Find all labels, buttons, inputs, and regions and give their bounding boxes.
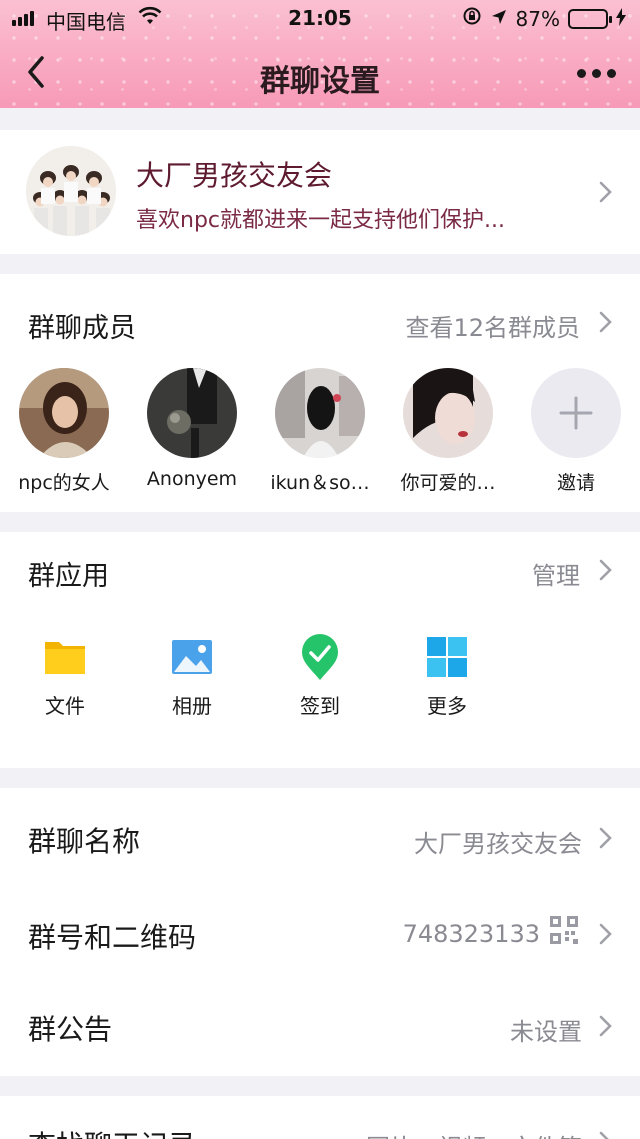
- row-value: 大厂男孩交友会: [414, 830, 582, 858]
- plus-icon: [559, 396, 593, 430]
- member-name: Anonyem: [146, 468, 238, 490]
- member-item[interactable]: npc的女人: [4, 368, 124, 495]
- members-title: 群聊成员: [28, 313, 136, 344]
- member-avatar: [147, 368, 237, 458]
- member-avatar: [275, 368, 365, 458]
- folder-icon: [41, 634, 89, 680]
- view-all-members-link[interactable]: 查看12名群成员: [405, 308, 580, 343]
- apps-title: 群应用: [28, 561, 109, 592]
- member-name: 你可爱的…: [400, 472, 496, 494]
- app-checkin[interactable]: 签到: [280, 634, 360, 719]
- group-description: 喜欢npc就都进来一起支持他们保护...: [136, 208, 505, 233]
- app-label: 文件: [45, 694, 85, 718]
- group-apps-card: 群应用 管理 文件 相册 签到 更多: [0, 532, 640, 768]
- chevron-right-icon: [599, 559, 612, 581]
- group-announcement-row[interactable]: 群公告 未设置: [0, 980, 640, 1076]
- group-avatar: [26, 146, 116, 236]
- app-label: 相册: [172, 694, 212, 718]
- app-label: 更多: [427, 694, 467, 718]
- app-album[interactable]: 相册: [152, 634, 232, 719]
- invite-avatar: [531, 368, 621, 458]
- member-name: npc的女人: [18, 472, 110, 494]
- invite-label: 邀请: [556, 472, 595, 494]
- group-settings-card: 群聊名称 大厂男孩交友会 群号和二维码 748323133 群公告 未设置: [0, 788, 640, 1076]
- member-item[interactable]: ikun＆so…: [260, 368, 380, 495]
- app-more[interactable]: 更多: [407, 634, 487, 719]
- member-avatar: [19, 368, 109, 458]
- status-bar: 中国电信 21:05 87%: [0, 0, 640, 36]
- chevron-right-icon: [599, 827, 612, 849]
- member-name: ikun＆so…: [270, 472, 370, 494]
- nav-bar: 群聊设置: [0, 36, 640, 108]
- member-avatar: [403, 368, 493, 458]
- more-button[interactable]: [576, 58, 616, 88]
- grid-icon: [423, 634, 471, 680]
- location-icon: [490, 7, 508, 31]
- group-name-row[interactable]: 群聊名称 大厂男孩交友会: [0, 788, 640, 884]
- charging-icon: [616, 7, 626, 31]
- invite-button[interactable]: 邀请: [516, 368, 636, 495]
- more-dot: [606, 68, 616, 78]
- photo-icon: [168, 634, 216, 680]
- group-id-value: 748323133: [402, 920, 540, 948]
- members-card: 群聊成员 查看12名群成员 npc的女人 Anonyem ikun＆so… 你可…: [0, 274, 640, 512]
- group-id-qrcode-row[interactable]: 群号和二维码 748323133: [0, 884, 640, 980]
- status-right: 87%: [462, 6, 626, 31]
- more-dot: [576, 68, 586, 78]
- row-title: 群公告: [28, 1013, 113, 1046]
- header: 中国电信 21:05 87% 群聊设置: [0, 0, 640, 108]
- app-label: 签到: [300, 694, 340, 718]
- chevron-right-icon: [599, 923, 612, 945]
- row-title: 查找聊天记录: [28, 1124, 196, 1139]
- row-value: 图片、视频、文件等: [366, 1128, 582, 1139]
- battery-icon: [568, 8, 612, 29]
- chevron-right-icon: [599, 311, 612, 333]
- battery-text: 87%: [515, 6, 560, 31]
- row-title: 群聊名称: [28, 825, 141, 858]
- row-value: 未设置: [510, 1018, 582, 1046]
- qrcode-icon: [550, 916, 578, 948]
- search-history-row[interactable]: 查找聊天记录 图片、视频、文件等: [0, 1096, 640, 1139]
- manage-link[interactable]: 管理: [532, 556, 580, 591]
- chevron-right-icon: [599, 1015, 612, 1037]
- orientation-lock-icon: [462, 6, 482, 31]
- app-files[interactable]: 文件: [25, 634, 105, 719]
- chevron-right-icon: [599, 1131, 609, 1139]
- group-info-card[interactable]: 大厂男孩交友会 喜欢npc就都进来一起支持他们保护...: [0, 130, 640, 254]
- group-name: 大厂男孩交友会: [136, 159, 333, 192]
- page-title: 群聊设置: [260, 64, 380, 99]
- more-dot: [591, 68, 601, 78]
- member-item[interactable]: 你可爱的…: [388, 368, 508, 495]
- chevron-right-icon: [599, 181, 612, 203]
- row-title: 群号和二维码: [28, 921, 197, 954]
- member-item[interactable]: Anonyem: [132, 368, 252, 490]
- checkin-icon: [296, 634, 344, 680]
